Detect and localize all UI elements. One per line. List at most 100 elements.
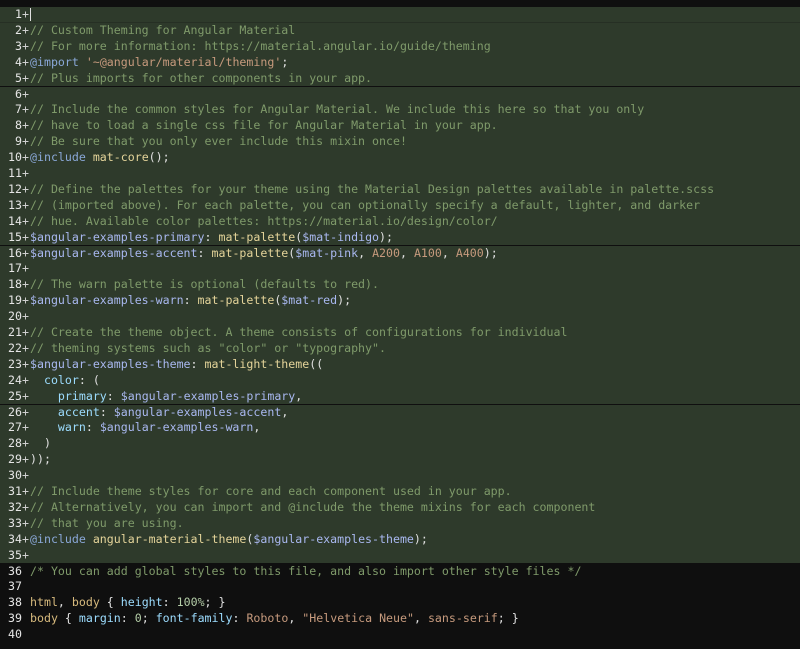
code-text[interactable]: $angular-examples-warn: mat-palette($mat…	[30, 293, 800, 309]
code-text[interactable]: $angular-examples-primary: mat-palette($…	[30, 230, 800, 246]
code-line[interactable]: 13 +// (imported above). For each palette…	[0, 197, 800, 214]
code-line[interactable]: 40	[0, 627, 800, 643]
diff-added-marker: +	[22, 70, 29, 85]
line-number: 3	[15, 38, 22, 53]
code-text[interactable]: warn: $angular-examples-warn,	[30, 420, 800, 436]
code-text[interactable]: html, body { height: 100%; }	[30, 595, 800, 611]
code-text[interactable]: // The warn palette is optional (default…	[30, 277, 800, 293]
code-editor[interactable]: 1 +2 +// Custom Theming for Angular Materi…	[0, 0, 800, 649]
code-line[interactable]: 21 +// Create the theme object. A theme c…	[0, 325, 800, 341]
code-text[interactable]: body { margin: 0; font-family: Roboto, "…	[30, 611, 800, 627]
code-text[interactable]: // Custom Theming for Angular Material	[30, 23, 800, 39]
code-line[interactable]: 35 +	[0, 547, 800, 564]
code-line[interactable]: 32 +// Alternatively, you can import and …	[0, 499, 800, 516]
code-text[interactable]: // theming systems such as "color" or "t…	[30, 341, 800, 357]
code-text[interactable]: accent: $angular-examples-accent,	[30, 405, 800, 421]
code-line[interactable]: 20 +	[0, 309, 800, 325]
code-line[interactable]: 18 +// The warn palette is optional (defa…	[0, 277, 800, 294]
line-number: 29	[8, 452, 22, 467]
line-number: 39	[8, 611, 22, 626]
diff-added-marker: +	[22, 134, 29, 149]
code-line[interactable]: 7 +// Include the common styles for Angul…	[0, 102, 800, 119]
code-line[interactable]: 26 + accent: $angular-examples-accent,	[0, 404, 800, 421]
code-line[interactable]: 30 +	[0, 468, 800, 484]
code-line[interactable]: 11 +	[0, 166, 800, 182]
code-text[interactable]: // Plus imports for other components in …	[30, 71, 800, 87]
code-text[interactable]: // hue. Available color palettes: https:…	[30, 214, 800, 230]
code-text[interactable]: // (imported above). For each palette, y…	[30, 198, 800, 214]
code-text[interactable]: @include angular-material-theme($angular…	[30, 532, 800, 548]
code-text[interactable]: // Define the palettes for your theme us…	[30, 182, 800, 198]
code-text[interactable]: @import '~@angular/material/theming';	[30, 55, 800, 71]
code-text[interactable]: // For more information: https://materia…	[30, 39, 800, 55]
code-line[interactable]: 10 + @include mat-core();	[0, 150, 800, 166]
code-text[interactable]: // Create the theme object. A theme cons…	[30, 325, 800, 341]
code-line[interactable]: 1 +	[0, 7, 800, 23]
code-line[interactable]: 12 +// Define the palettes for your theme…	[0, 181, 800, 198]
code-text[interactable]: // that you are using.	[30, 516, 800, 532]
code-line[interactable]: 16 + $angular-examples-accent: mat-palette…	[0, 245, 800, 262]
code-line[interactable]: 22 +// theming systems such as "color" or…	[0, 340, 800, 357]
code-text[interactable]: // have to load a single css file for An…	[30, 118, 800, 134]
line-number: 17	[8, 261, 22, 276]
code-line[interactable]: 15 + $angular-examples-primary: mat-palett…	[0, 229, 800, 246]
code-text[interactable]: // Include theme styles for core and eac…	[30, 484, 800, 500]
line-number: 24	[8, 372, 22, 387]
code-text[interactable]: // Include the common styles for Angular…	[30, 102, 800, 118]
code-line[interactable]: 5 +// Plus imports for other components i…	[0, 70, 800, 87]
code-line[interactable]: 39 body { margin: 0; font-family: Roboto,…	[0, 611, 800, 627]
code-text[interactable]: primary: $angular-examples-primary,	[30, 389, 800, 405]
line-number: 6	[15, 86, 22, 101]
code-line[interactable]: 31 +// Include theme styles for core and …	[0, 484, 800, 500]
code-line[interactable]: 37	[0, 579, 800, 595]
code-line[interactable]: 24 + color: (	[0, 372, 800, 389]
line-number: 20	[8, 309, 22, 324]
code-line[interactable]: 29 +));	[0, 452, 800, 469]
diff-added-marker: +	[22, 197, 29, 212]
diff-added-marker: +	[22, 86, 29, 101]
code-line[interactable]: 38 html, body { height: 100%; }	[0, 595, 800, 611]
line-number: 16	[8, 245, 22, 260]
line-number: 37	[8, 579, 22, 594]
line-number: 27	[8, 420, 22, 435]
code-text[interactable]	[30, 7, 800, 23]
code-text[interactable]: $angular-examples-theme: mat-light-theme…	[30, 357, 800, 373]
code-text[interactable]: ));	[30, 452, 800, 468]
code-line[interactable]: 25 + primary: $angular-examples-primary,	[0, 388, 800, 405]
code-line[interactable]: 4 + @import '~@angular/material/theming';	[0, 54, 800, 71]
code-text[interactable]: @include mat-core();	[30, 150, 800, 166]
diff-added-marker: +	[22, 404, 29, 419]
diff-added-marker: +	[22, 7, 29, 21]
code-line[interactable]: 34 + @include angular-material-theme($angu…	[0, 531, 800, 548]
line-number: 28	[8, 436, 22, 451]
code-line[interactable]: 2 +// Custom Theming for Angular Material	[0, 22, 800, 39]
code-line[interactable]: 9 +// Be sure that you only ever include …	[0, 134, 800, 151]
code-line[interactable]: 3 +// For more information: https://mater…	[0, 38, 800, 55]
diff-added-marker: +	[22, 484, 29, 498]
code-text[interactable]: // Be sure that you only ever include th…	[30, 134, 800, 150]
diff-added-marker: +	[22, 420, 29, 435]
diff-added-marker: +	[22, 166, 29, 180]
code-line[interactable]: 17 +	[0, 261, 800, 278]
line-number: 4	[15, 54, 22, 69]
diff-added-marker: +	[22, 213, 29, 228]
code-text[interactable]: /* You can add global styles to this fil…	[30, 564, 800, 580]
code-text[interactable]: color: (	[30, 373, 800, 389]
code-text[interactable]: )	[30, 436, 800, 452]
code-line[interactable]: 19 + $angular-examples-warn: mat-palette($…	[0, 293, 800, 310]
code-line[interactable]: 8 +// have to load a single css file for …	[0, 118, 800, 135]
diff-added-marker: +	[22, 261, 29, 276]
line-number: 36	[8, 563, 22, 578]
code-line[interactable]: 28 + )	[0, 436, 800, 453]
code-line[interactable]: 36 /* You can add global styles to this f…	[0, 564, 800, 580]
line-number: 19	[8, 293, 22, 308]
code-line[interactable]: 23 + $angular-examples-theme: mat-light-th…	[0, 356, 800, 373]
code-line[interactable]: 33 +// that you are using.	[0, 515, 800, 532]
code-text[interactable]: $angular-examples-accent: mat-palette($m…	[30, 246, 800, 262]
code-line[interactable]: 6 +	[0, 86, 800, 103]
code-text[interactable]: // Alternatively, you can import and @in…	[30, 500, 800, 516]
code-line[interactable]: 14 +// hue. Available color palettes: htt…	[0, 213, 800, 230]
diff-added-marker: +	[22, 356, 29, 371]
line-number: 35	[8, 547, 22, 562]
code-line[interactable]: 27 + warn: $angular-examples-warn,	[0, 420, 800, 437]
